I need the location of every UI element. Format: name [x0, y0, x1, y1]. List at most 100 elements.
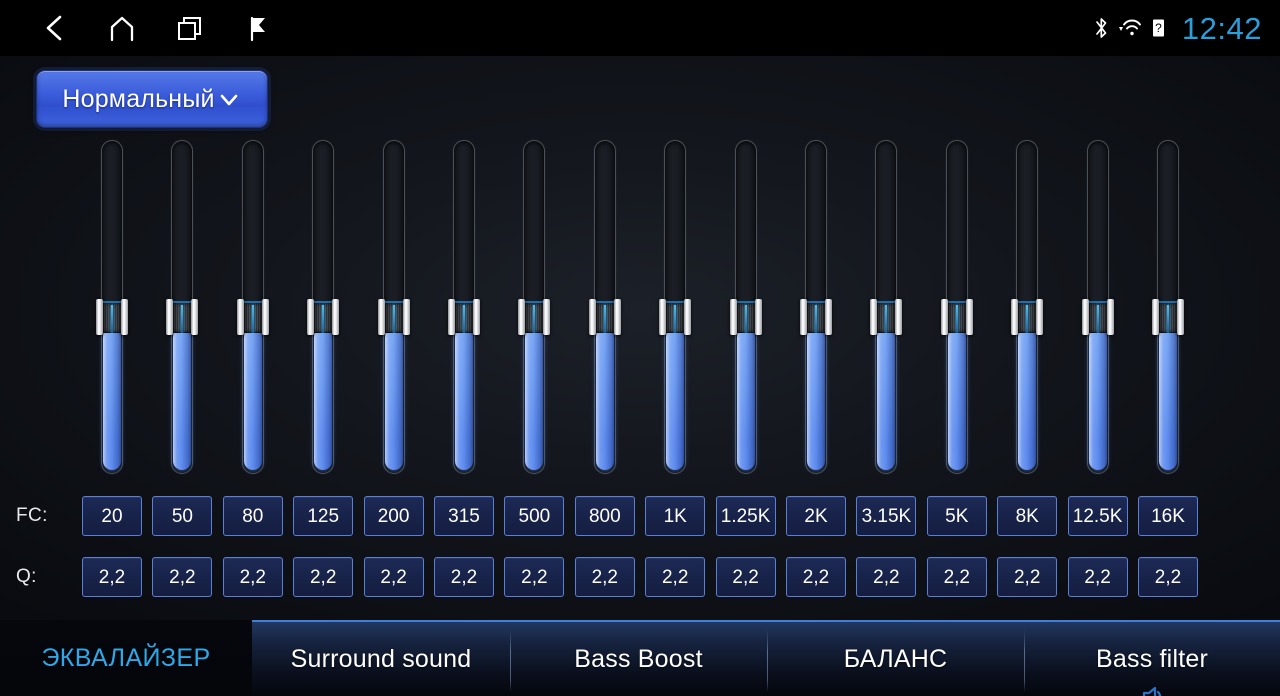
eq-slider-grip-right [1177, 299, 1184, 335]
eq-slider[interactable] [96, 134, 128, 474]
fc-value-cell[interactable]: 1K [645, 496, 706, 536]
fc-value-cell[interactable]: 2K [786, 496, 846, 536]
fc-value-cell[interactable]: 12.5K [1067, 496, 1128, 536]
eq-slider[interactable] [448, 134, 480, 474]
eq-slider[interactable] [1152, 134, 1184, 474]
eq-slider-thumb[interactable] [166, 299, 199, 335]
fc-value-cell[interactable]: 500 [504, 496, 565, 536]
back-icon[interactable] [20, 0, 88, 56]
fc-value-cell[interactable]: 8K [997, 496, 1058, 536]
eq-slider-thumb[interactable] [588, 299, 621, 335]
eq-slider-thumb[interactable] [1011, 299, 1044, 335]
fc-value-cell[interactable]: 16K [1138, 496, 1198, 536]
tab-bass-boost[interactable]: Bass Boost [510, 620, 767, 696]
q-value-cell[interactable]: 2,2 [856, 557, 917, 597]
eq-slider-fill [173, 327, 192, 470]
q-value-cell[interactable]: 2,2 [786, 557, 846, 597]
eq-slider-thumb[interactable] [870, 299, 903, 335]
fc-value-cell[interactable]: 20 [82, 496, 142, 536]
eq-slider-grip-left [1152, 299, 1159, 335]
fc-value-cell[interactable]: 315 [434, 496, 494, 536]
eq-slider-fill [666, 327, 685, 470]
q-value-cell[interactable]: 2,2 [645, 557, 706, 597]
eq-slider[interactable] [1081, 134, 1114, 474]
eq-slider-grip-left [588, 299, 596, 335]
eq-slider-grip-right [332, 299, 340, 335]
eq-slider[interactable] [377, 134, 410, 474]
eq-slider[interactable] [1011, 134, 1044, 474]
fc-value-cell[interactable]: 5K [926, 496, 987, 536]
fc-value-cell[interactable]: 3.15K [856, 496, 917, 536]
tab-bass-filter[interactable]: Bass filter [1024, 620, 1280, 696]
equalizer-sliders [0, 134, 1280, 484]
tab-equalizer[interactable]: ЭКВАЛАЙЗЕР [0, 620, 252, 696]
bluetooth-icon [1094, 16, 1109, 40]
eq-slider-thumb[interactable] [448, 299, 480, 335]
eq-slider-grip-left [870, 299, 878, 335]
eq-slider-thumb[interactable] [1081, 299, 1114, 335]
eq-slider[interactable] [940, 134, 973, 474]
q-value-cell[interactable]: 2,2 [504, 557, 565, 597]
eq-slider[interactable] [729, 134, 762, 474]
eq-slider-fill [455, 327, 473, 470]
eq-slider-grip-right [895, 299, 903, 335]
eq-slider-thumb[interactable] [729, 299, 762, 335]
fc-value-cell[interactable]: 80 [222, 496, 283, 536]
q-value-cell[interactable]: 2,2 [1138, 557, 1198, 597]
q-value-cell[interactable]: 2,2 [434, 557, 494, 597]
eq-slider-grip-right [1106, 299, 1114, 335]
eq-slider-thumb[interactable] [800, 299, 832, 335]
eq-slider-thumb[interactable] [236, 299, 269, 335]
eq-slider-thumb[interactable] [659, 299, 692, 335]
tab-balance[interactable]: БАЛАНС [767, 620, 1024, 696]
eq-slider-fill [1088, 327, 1107, 470]
eq-slider-thumb[interactable] [307, 299, 340, 335]
eq-slider[interactable] [659, 134, 692, 474]
fc-value-cell[interactable]: 125 [293, 496, 354, 536]
q-value-cell[interactable]: 2,2 [293, 557, 354, 597]
eq-slider[interactable] [588, 134, 621, 474]
flag-icon[interactable] [224, 0, 292, 56]
eq-slider-thumb-core [1018, 301, 1037, 333]
eq-slider-grip-right [1036, 299, 1044, 335]
bluetooth-icon-glyph [1096, 18, 1107, 38]
eq-slider[interactable] [236, 134, 269, 474]
q-value-cell[interactable]: 2,2 [222, 557, 283, 597]
q-value-cell[interactable]: 2,2 [997, 557, 1058, 597]
q-value-cell[interactable]: 2,2 [926, 557, 987, 597]
fc-value-cell[interactable]: 200 [363, 496, 424, 536]
home-icon-glyph [110, 16, 134, 42]
recents-icon[interactable] [156, 0, 224, 56]
eq-slider-grip-right [191, 299, 199, 335]
eq-slider-thumb[interactable] [377, 299, 410, 335]
eq-slider-thumb[interactable] [96, 299, 128, 335]
preset-dropdown-button[interactable]: Нормальный [36, 70, 268, 128]
fc-value-cell[interactable]: 50 [152, 496, 213, 536]
eq-slider-grip-left [166, 299, 174, 335]
eq-slider-thumb-core [314, 301, 333, 333]
flag-icon-glyph [250, 16, 265, 42]
q-value-cell[interactable]: 2,2 [574, 557, 635, 597]
eq-slider-thumb[interactable] [518, 299, 551, 335]
eq-slider-thumb[interactable] [1152, 299, 1184, 335]
eq-slider[interactable] [307, 134, 340, 474]
tab-surround-sound[interactable]: Surround sound [252, 620, 510, 696]
q-value-cell[interactable]: 2,2 [152, 557, 213, 597]
q-value-cell[interactable]: 2,2 [1067, 557, 1128, 597]
q-value-cell[interactable]: 2,2 [363, 557, 424, 597]
eq-slider[interactable] [870, 134, 903, 474]
fc-value-cell[interactable]: 1.25K [715, 496, 776, 536]
eq-slider-thumb[interactable] [940, 299, 973, 335]
eq-slider[interactable] [518, 134, 551, 474]
eq-slider-grip-left [659, 299, 667, 335]
q-value-cell[interactable]: 2,2 [82, 557, 142, 597]
fc-value-cell[interactable]: 800 [574, 496, 635, 536]
chevron-down-icon-glyph [220, 94, 237, 106]
home-icon[interactable] [88, 0, 156, 56]
eq-slider-thumb-core [807, 301, 825, 333]
eq-slider[interactable] [800, 134, 832, 474]
wifi-icon [1116, 17, 1144, 39]
eq-slider-fill [1018, 327, 1037, 470]
q-value-cell[interactable]: 2,2 [715, 557, 776, 597]
eq-slider[interactable] [166, 134, 199, 474]
